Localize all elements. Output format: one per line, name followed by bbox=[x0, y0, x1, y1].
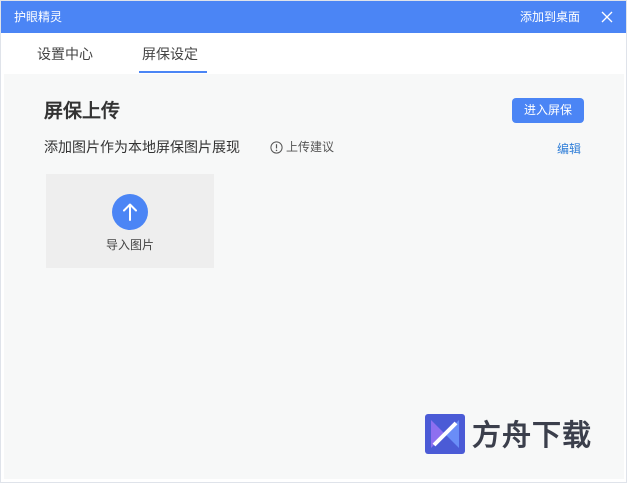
upload-suggestion-label: 上传建议 bbox=[286, 140, 335, 154]
upload-suggestion-link[interactable]: 上传建议 bbox=[270, 140, 334, 155]
upload-description: 添加图片作为本地屏保图片展现 bbox=[44, 139, 240, 155]
tab-screensaver-settings[interactable]: 屏保设定 bbox=[142, 46, 198, 62]
window-title: 护眼精灵 bbox=[14, 10, 63, 24]
section-title: 屏保上传 bbox=[44, 101, 121, 122]
tab-bar: 设置中心 屏保设定 bbox=[1, 33, 626, 74]
enter-screensaver-button[interactable]: 进入屏保 bbox=[512, 98, 584, 123]
watermark-text: 方舟下载 bbox=[472, 420, 593, 452]
active-tab-indicator bbox=[139, 71, 207, 73]
screensaver-panel: 屏保上传 进入屏保 添加图片作为本地屏保图片展现 上传建议 编辑 导入图片 方舟… bbox=[4, 74, 624, 479]
close-icon[interactable] bbox=[600, 10, 614, 24]
watermark-logo-icon bbox=[425, 414, 465, 454]
app-window: 护眼精灵 添加到桌面 设置中心 屏保设定 屏保上传 进入屏保 添加图片作为本地屏… bbox=[0, 0, 627, 483]
edit-link[interactable]: 编辑 bbox=[557, 142, 581, 156]
tab-settings-center[interactable]: 设置中心 bbox=[37, 46, 93, 62]
upload-arrow-icon bbox=[112, 194, 148, 230]
add-to-desktop-button[interactable]: 添加到桌面 bbox=[520, 10, 580, 24]
info-icon bbox=[270, 141, 283, 154]
title-bar: 护眼精灵 添加到桌面 bbox=[1, 1, 626, 33]
import-image-tile[interactable]: 导入图片 bbox=[46, 174, 214, 268]
import-image-label: 导入图片 bbox=[105, 238, 154, 252]
watermark: 方舟下载 bbox=[425, 414, 605, 458]
